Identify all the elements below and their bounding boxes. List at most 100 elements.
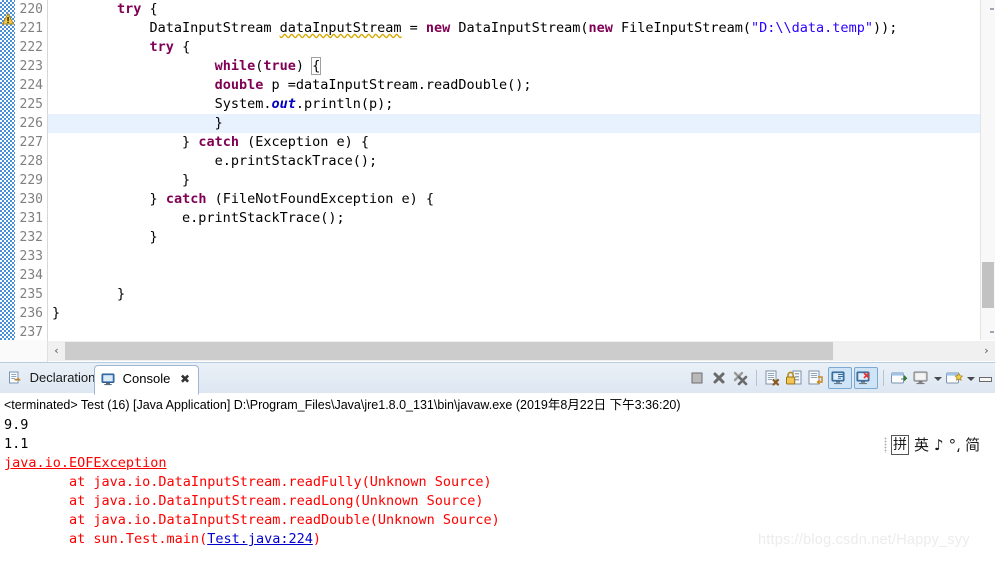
scroll-lock-button[interactable]	[784, 368, 804, 388]
line-number: 222	[19, 40, 43, 55]
ime-mode-pinyin[interactable]: 拼	[891, 435, 909, 455]
code-line[interactable]	[48, 323, 981, 340]
code-token: catch	[198, 134, 239, 150]
code-line[interactable]	[48, 266, 981, 285]
view-tab-bar: Declaration Console ✖	[0, 363, 995, 395]
pin-console-button[interactable]	[889, 368, 909, 388]
line-number: 232	[19, 230, 43, 245]
close-icon[interactable]: ✖	[180, 366, 190, 392]
ime-drag-handle[interactable]	[884, 437, 887, 453]
code-line[interactable]: e.printStackTrace();	[48, 152, 981, 171]
console-error-line[interactable]: java.io.EOFException	[4, 454, 167, 473]
word-wrap-button[interactable]	[806, 368, 826, 388]
open-console-button[interactable]	[944, 368, 964, 388]
code-line[interactable]: DataInputStream dataInputStream = new Da…	[48, 19, 981, 38]
tab-console[interactable]: Console ✖	[94, 365, 200, 395]
line-number: 230	[19, 192, 43, 207]
code-token: while	[214, 58, 256, 74]
editor-horizontal-scrollbar[interactable]: ‹ ›	[48, 341, 995, 361]
code-line[interactable]: }	[48, 114, 981, 133]
toolbar-separator	[883, 370, 884, 386]
code-line[interactable]: double p =dataInputStream.readDouble();	[48, 76, 981, 95]
line-number: 223	[19, 59, 43, 74]
remove-all-launches-button[interactable]	[731, 368, 751, 388]
console-error-line[interactable]: at sun.Test.main(Test.java:224)	[4, 530, 321, 549]
show-console-on-output-button[interactable]	[828, 367, 852, 389]
editor-line-number-gutter: 220 221 222 223 224 225 226 227 228 229 230 231 232 2…	[15, 0, 48, 340]
code-token: new	[588, 20, 613, 36]
console-process-line: <terminated> Test (16) [Java Application…	[4, 398, 681, 412]
clear-console-button[interactable]	[762, 368, 782, 388]
ime-soft-keyboard[interactable]: ♪	[934, 436, 944, 454]
code-token: }	[117, 286, 126, 302]
code-token: }	[182, 134, 199, 150]
line-number: 236	[19, 306, 43, 321]
code-line[interactable]: try {	[48, 0, 981, 19]
console-error-line: at java.io.DataInputStream.readFully(Unk…	[4, 474, 492, 490]
declaration-view-icon	[8, 368, 22, 394]
code-line[interactable]: System.out.println(p);	[48, 95, 981, 114]
code-line[interactable]: }	[48, 304, 981, 323]
console-toolbar	[687, 365, 993, 391]
ime-status-bar[interactable]: 拼英 ♪ °⸲ 简	[884, 433, 986, 457]
ime-simplified[interactable]: 简	[965, 436, 980, 454]
code-line[interactable]	[48, 247, 981, 266]
console-error-line: at java.io.DataInputStream.readLong(Unkn…	[4, 493, 484, 509]
line-number: 224	[19, 78, 43, 93]
line-number: 229	[19, 173, 43, 188]
show-console-on-error-button[interactable]	[854, 367, 878, 389]
line-number: 225	[19, 97, 43, 112]
line-number: 227	[19, 135, 43, 150]
code-token: out	[271, 96, 296, 112]
line-number: 226	[19, 116, 43, 131]
code-line[interactable]: } catch (Exception e) {	[48, 133, 981, 152]
code-token: }	[182, 172, 191, 188]
code-token: (Exception e) {	[238, 134, 369, 150]
scroll-right-arrow-icon[interactable]: ›	[978, 341, 995, 361]
console-error-line: at java.io.DataInputStream.readDouble(Un…	[4, 512, 500, 528]
vertical-scrollbar-thumb[interactable]	[982, 262, 994, 308]
code-token: }	[52, 305, 61, 321]
remove-launch-button[interactable]	[709, 368, 729, 388]
scrollbar-marker-warning	[990, 8, 994, 10]
tab-declaration[interactable]: Declaration	[2, 365, 103, 393]
tab-console-label: Console	[122, 371, 171, 386]
code-token: new	[425, 20, 451, 36]
code-line[interactable]: } catch (FileNotFoundException e) {	[48, 190, 981, 209]
line-number: 234	[19, 268, 43, 283]
line-number: 228	[19, 154, 43, 169]
console-output-line: 9.9	[4, 417, 29, 433]
code-token: try	[117, 1, 142, 17]
terminate-button[interactable]	[687, 368, 707, 388]
line-number: 220	[19, 2, 43, 17]
code-line[interactable]: }	[48, 285, 981, 304]
scroll-left-arrow-icon[interactable]: ‹	[48, 341, 65, 361]
horizontal-scrollbar-thumb[interactable]	[65, 342, 833, 360]
code-line[interactable]: try {	[48, 38, 981, 57]
code-line[interactable]: while(true) {	[48, 57, 981, 76]
code-editor[interactable]: 220 221 222 223 224 225 226 227 228 229 230 231 232 2…	[0, 0, 995, 340]
code-token: {	[173, 39, 191, 55]
editor-code-area[interactable]: try { DataInputStream dataInputStream = …	[48, 0, 981, 340]
code-token: }	[214, 115, 223, 131]
code-token: =	[401, 20, 426, 36]
scrollbar-marker-bottom	[990, 331, 994, 333]
code-line[interactable]: }	[48, 171, 981, 190]
stack-trace-link[interactable]: Test.java:224	[207, 531, 313, 547]
line-number: 231	[19, 211, 43, 226]
ime-punctuation[interactable]: °⸲	[949, 436, 961, 454]
code-token: try	[149, 39, 174, 55]
ime-language-english[interactable]: 英	[914, 436, 929, 454]
minimize-icon[interactable]	[977, 368, 993, 388]
line-number: 233	[19, 249, 43, 264]
code-token: e.printStackTrace();	[214, 153, 378, 169]
chevron-down-icon[interactable]	[933, 368, 942, 388]
code-line[interactable]: }	[48, 228, 981, 247]
scrollbar-corner	[0, 340, 48, 362]
editor-vertical-scrollbar[interactable]	[980, 0, 995, 340]
tab-declaration-label: Declaration	[29, 370, 96, 385]
chevron-down-icon[interactable]	[966, 368, 975, 388]
code-line[interactable]: e.printStackTrace();	[48, 209, 981, 228]
display-selected-console-button[interactable]	[911, 368, 931, 388]
code-token: DataInputStream(	[450, 20, 589, 36]
